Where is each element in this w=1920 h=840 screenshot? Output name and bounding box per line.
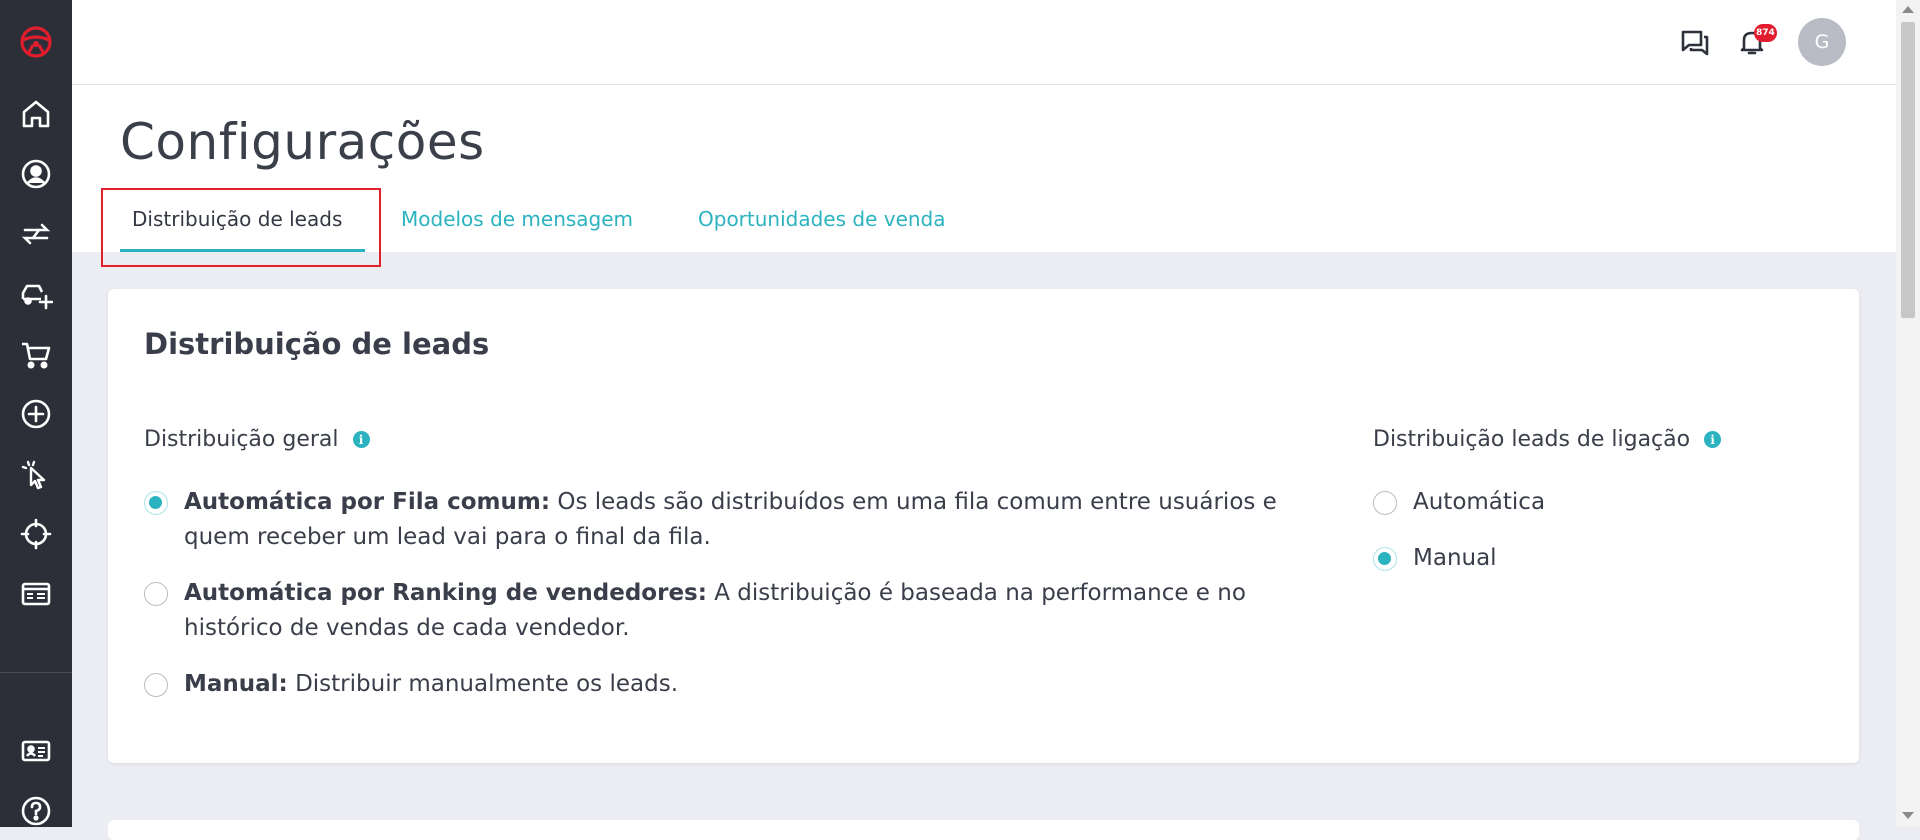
- radio-label: Automática: [1413, 489, 1546, 515]
- info-icon[interactable]: i: [352, 431, 370, 448]
- id-card-icon[interactable]: [0, 727, 72, 775]
- crosshair-icon[interactable]: [0, 510, 72, 558]
- info-icon[interactable]: i: [1704, 431, 1722, 448]
- steering-wheel-logo-icon[interactable]: [0, 18, 72, 66]
- next-card-edge: [108, 820, 1859, 840]
- radio-label: Automática por Ranking de vendedores: A …: [184, 576, 1246, 646]
- general-distribution-label: Distribuição geral i: [144, 427, 370, 452]
- title-area: Configurações Distribuição de leads Mode…: [72, 85, 1896, 252]
- notification-badge: 874: [1754, 24, 1777, 42]
- top-header: 874 G: [72, 0, 1896, 85]
- scrollbar[interactable]: [1896, 0, 1920, 827]
- lead-distribution-card: Distribuição de leads Distribuição geral…: [108, 289, 1859, 763]
- page-title: Configurações: [120, 113, 485, 171]
- radio-button[interactable]: [144, 491, 168, 515]
- radio-option-common-queue[interactable]: Automática por Fila comum: Os leads são …: [144, 488, 1294, 555]
- option-title: Automática por Fila comum:: [184, 489, 551, 515]
- tab-sales-opportunities[interactable]: Oportunidades de venda: [698, 207, 946, 231]
- active-tab-underline: [120, 249, 365, 252]
- chat-icon[interactable]: [1675, 22, 1715, 62]
- sidebar-divider: [0, 672, 72, 673]
- option-title: Manual:: [184, 671, 288, 697]
- radio-call-automatic[interactable]: Automática: [1373, 488, 1545, 520]
- radio-call-manual[interactable]: Manual: [1373, 544, 1497, 576]
- home-icon[interactable]: [0, 90, 72, 138]
- radio-option-seller-ranking[interactable]: Automática por Ranking de vendedores: A …: [144, 579, 1294, 646]
- card-title: Distribuição de leads: [144, 327, 490, 361]
- option-description: A distribuição é baseada na performance …: [706, 580, 1246, 606]
- radio-button[interactable]: [1373, 491, 1397, 515]
- notifications-bell[interactable]: 874: [1732, 22, 1777, 62]
- browser-window-icon[interactable]: [0, 570, 72, 618]
- option-title: Automática por Ranking de vendedores:: [184, 580, 707, 606]
- scroll-up-arrow-icon[interactable]: [1902, 6, 1914, 13]
- help-icon[interactable]: [0, 787, 72, 835]
- cart-icon[interactable]: [0, 330, 72, 378]
- radio-button[interactable]: [1373, 547, 1397, 571]
- radio-label: Manual: Distribuir manualmente os leads.: [184, 667, 678, 702]
- radio-button[interactable]: [144, 582, 168, 606]
- option-description-continued: histórico de vendas de cada vendedor.: [184, 615, 630, 641]
- plus-circle-icon[interactable]: [0, 390, 72, 438]
- option-description: Os leads são distribuídos em uma fila co…: [550, 489, 1277, 515]
- option-description-continued: quem receber um lead vai para o final da…: [184, 524, 711, 550]
- general-distribution-label-text: Distribuição geral: [144, 427, 339, 452]
- tab-message-templates[interactable]: Modelos de mensagem: [401, 207, 633, 231]
- radio-button[interactable]: [144, 673, 168, 697]
- car-add-icon[interactable]: [0, 270, 72, 318]
- radio-label: Automática por Fila comum: Os leads são …: [184, 485, 1277, 555]
- call-distribution-label: Distribuição leads de ligação i: [1373, 427, 1722, 452]
- transfer-arrows-icon[interactable]: [0, 210, 72, 258]
- tab-lead-distribution[interactable]: Distribuição de leads: [132, 207, 342, 231]
- option-description: Distribuir manualmente os leads.: [287, 671, 679, 697]
- pointer-click-icon[interactable]: [0, 450, 72, 498]
- user-circle-icon[interactable]: [0, 150, 72, 198]
- radio-label: Manual: [1413, 545, 1497, 571]
- radio-option-manual[interactable]: Manual: Distribuir manualmente os leads.: [144, 670, 1294, 702]
- scroll-thumb[interactable]: [1901, 22, 1915, 318]
- sidebar: [0, 0, 72, 827]
- scroll-down-arrow-icon[interactable]: [1902, 812, 1914, 819]
- call-distribution-label-text: Distribuição leads de ligação: [1373, 427, 1691, 452]
- avatar[interactable]: G: [1798, 18, 1846, 66]
